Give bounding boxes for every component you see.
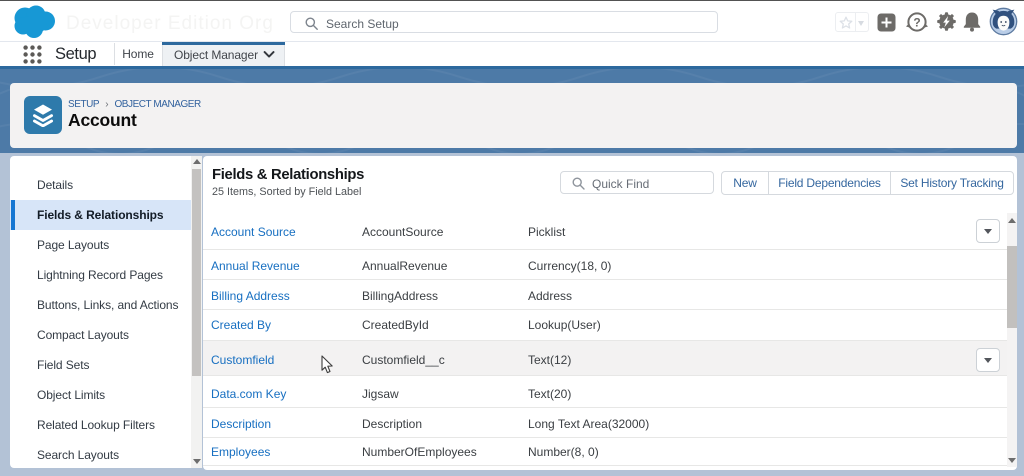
svg-text:?: ?	[913, 16, 920, 30]
